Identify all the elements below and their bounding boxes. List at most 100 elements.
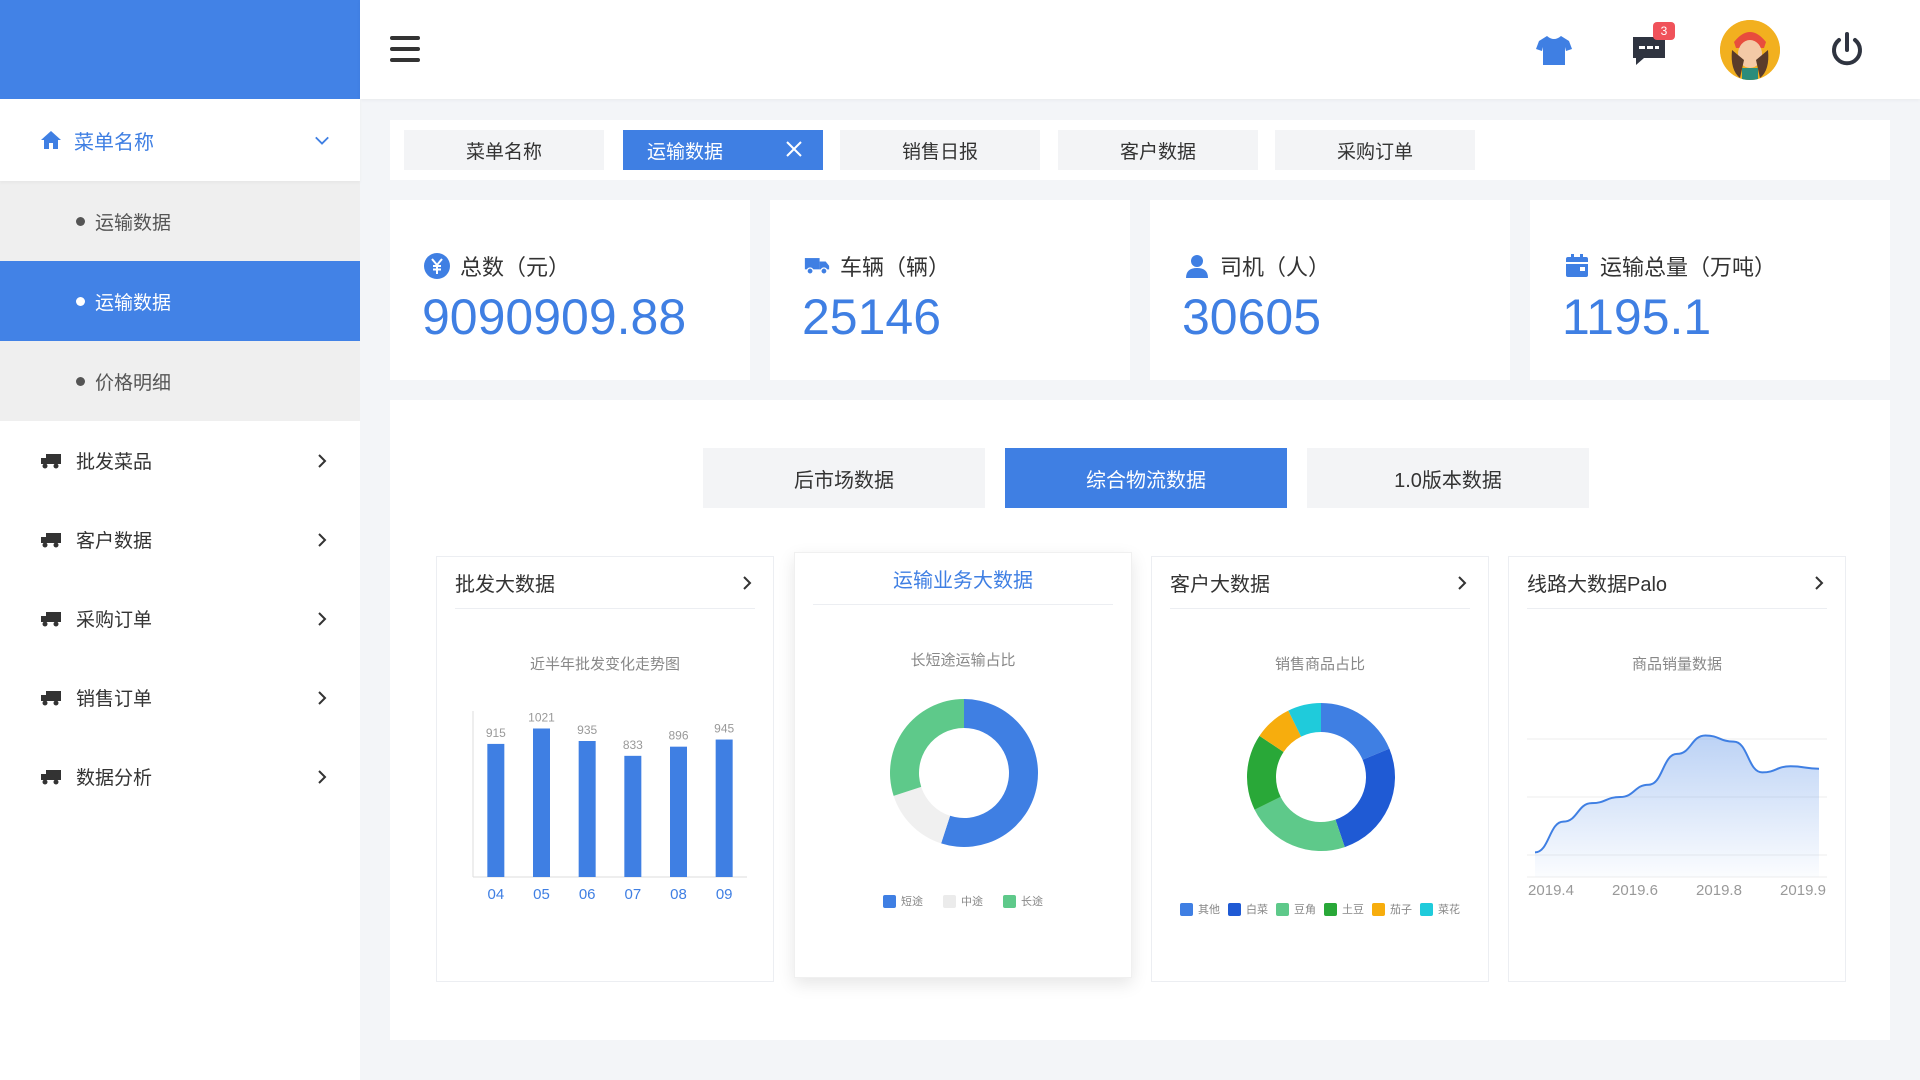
- stat-value: 30605: [1182, 289, 1322, 345]
- data-label: 1021: [528, 710, 555, 724]
- sidebar-item-label: 采购订单: [76, 610, 153, 631]
- sidebar-sub-item-active[interactable]: 运输数据: [0, 261, 360, 341]
- legend-item[interactable]: 菜花: [1420, 901, 1460, 917]
- power-icon[interactable]: [1823, 26, 1871, 74]
- stat-card-volume: 运输总量（万吨） 1195.1: [1530, 200, 1890, 380]
- stat-card-total: 总数（元） 9090909.88: [390, 200, 750, 380]
- tab-strip: 菜单名称 运输数据 销售日报 客户数据 采购订单: [390, 120, 1890, 180]
- legend-label: 其他: [1198, 904, 1220, 916]
- legend-item[interactable]: 白菜: [1228, 901, 1268, 917]
- stat-value: 9090909.88: [422, 289, 687, 345]
- stat-card-drivers: 司机（人） 30605: [1150, 200, 1510, 380]
- tick-label: 2019.8: [1696, 882, 1742, 899]
- truck-icon: [40, 769, 62, 785]
- stat-value: 25146: [802, 289, 942, 345]
- sidebar-item-data-analysis[interactable]: 数据分析: [0, 737, 360, 816]
- segment-logistics[interactable]: 综合物流数据: [1005, 448, 1287, 508]
- chevron-right-icon: [314, 690, 330, 706]
- legend-item[interactable]: 土豆: [1324, 901, 1364, 917]
- sidebar-item-sales-orders[interactable]: 销售订单: [0, 658, 360, 737]
- sidebar-item-customers[interactable]: 客户数据: [0, 500, 360, 579]
- sidebar-item-label: 销售订单: [76, 689, 153, 710]
- stat-label: 运输总量（万吨）: [1600, 255, 1777, 280]
- pie-slice: [893, 786, 951, 844]
- pie-slice: [1254, 796, 1345, 851]
- chevron-right-icon[interactable]: [1454, 575, 1470, 591]
- data-label: 833: [623, 738, 643, 752]
- truck-icon: [804, 253, 830, 279]
- card-transport-business[interactable]: 运输业务大数据 长短途运输占比 短途 中途 长途: [794, 552, 1132, 978]
- donut-chart: [890, 699, 1038, 847]
- legend-item[interactable]: 茄子: [1372, 901, 1412, 917]
- tick-label: 09: [716, 886, 733, 903]
- sidebar-item-wholesale[interactable]: 批发菜品: [0, 421, 360, 500]
- sidebar: 菜单名称 运输数据 运输数据 价格明细 批发菜品 客户数据 采购订单 销售订单 …: [0, 0, 360, 1080]
- tab-daily-sales[interactable]: 销售日报: [840, 130, 1040, 170]
- legend-item[interactable]: 长途: [1003, 893, 1043, 909]
- home-icon: [40, 129, 62, 151]
- chevron-right-icon[interactable]: [1811, 575, 1827, 591]
- legend-swatch: [1228, 902, 1241, 916]
- legend-item[interactable]: 短途: [883, 893, 923, 909]
- bullet-icon: [76, 216, 85, 226]
- close-icon[interactable]: [785, 140, 803, 158]
- legend-item[interactable]: 豆角: [1276, 901, 1316, 917]
- chart-title: 商品销量数据: [1631, 656, 1722, 673]
- brand-bar: [0, 0, 360, 99]
- data-label: 935: [577, 723, 597, 737]
- tab-transport-data[interactable]: 运输数据: [623, 130, 823, 170]
- truck-icon: [40, 690, 62, 706]
- stat-label: 车辆（辆）: [840, 255, 951, 280]
- message-icon[interactable]: 3: [1625, 22, 1675, 74]
- bar-chart: 915 04 1021 05 935 06 833 07 896 08 945 09: [472, 710, 747, 903]
- bullet-icon: [76, 296, 85, 306]
- segment-aftermarket[interactable]: 后市场数据: [703, 448, 985, 508]
- sidebar-menu-head-label: 菜单名称: [74, 131, 154, 154]
- legend-item[interactable]: 其他: [1180, 901, 1220, 917]
- legend-item[interactable]: 中途: [943, 893, 983, 909]
- tick-label: 06: [579, 886, 596, 903]
- chevron-down-icon: [314, 132, 330, 148]
- area-fill: [1535, 735, 1819, 877]
- legend-label: 茄子: [1390, 904, 1412, 916]
- chart-legend: 其他 白菜 豆角 土豆 茄子 菜花: [1152, 901, 1488, 917]
- truck-icon: [40, 611, 62, 627]
- tick-label: 2019.6: [1612, 882, 1658, 899]
- stat-card-vehicles: 车辆（辆） 25146: [770, 200, 1130, 380]
- tab-customer-data[interactable]: 客户数据: [1058, 130, 1258, 170]
- sidebar-sub-item[interactable]: 运输数据: [0, 181, 360, 261]
- bar: [670, 746, 687, 877]
- chevron-right-icon[interactable]: [739, 575, 755, 591]
- box-icon: [1564, 253, 1590, 279]
- shirt-icon[interactable]: [1530, 26, 1578, 74]
- segment-v1-data[interactable]: 1.0版本数据: [1307, 448, 1589, 508]
- card-customers[interactable]: 客户大数据 销售商品占比 其他 白菜 豆角 土豆 茄子 菜花: [1151, 556, 1489, 982]
- tab-purchase-orders[interactable]: 采购订单: [1275, 130, 1475, 170]
- sidebar-sub-item-label: 运输数据: [95, 212, 172, 234]
- person-icon: [1184, 253, 1210, 279]
- card-wholesale[interactable]: 批发大数据 近半年批发变化走势图 915 04 1021 05 935 06 833 07 89…: [436, 556, 774, 982]
- bar: [715, 739, 733, 877]
- legend-swatch: [883, 894, 896, 908]
- tab-menu-name[interactable]: 菜单名称: [404, 130, 604, 170]
- tick-label: 07: [624, 886, 641, 903]
- hamburger-menu-icon[interactable]: [390, 36, 420, 62]
- card-routes[interactable]: 线路大数据Palo 商品销量数据 2019.4 2019.6 2019.8 2019.…: [1508, 556, 1846, 982]
- tick-label: 2019.9: [1780, 882, 1826, 899]
- legend-swatch: [1324, 902, 1337, 916]
- data-label: 945: [714, 722, 734, 736]
- legend-label: 白菜: [1246, 904, 1268, 916]
- chevron-right-icon: [314, 769, 330, 785]
- legend-label: 菜花: [1438, 904, 1460, 916]
- avatar[interactable]: [1720, 20, 1780, 80]
- chart-title: 长短途运输占比: [910, 652, 1016, 669]
- sidebar-menu-head[interactable]: 菜单名称: [0, 99, 360, 181]
- chart-title: 销售商品占比: [1274, 656, 1365, 673]
- chevron-right-icon: [314, 611, 330, 627]
- truck-icon: [40, 532, 62, 548]
- donut-chart: [1247, 703, 1395, 851]
- sidebar-item-purchase-orders[interactable]: 采购订单: [0, 579, 360, 658]
- legend-label: 豆角: [1294, 904, 1316, 916]
- sidebar-sub-item[interactable]: 价格明细: [0, 341, 360, 421]
- message-badge: 3: [1653, 22, 1675, 40]
